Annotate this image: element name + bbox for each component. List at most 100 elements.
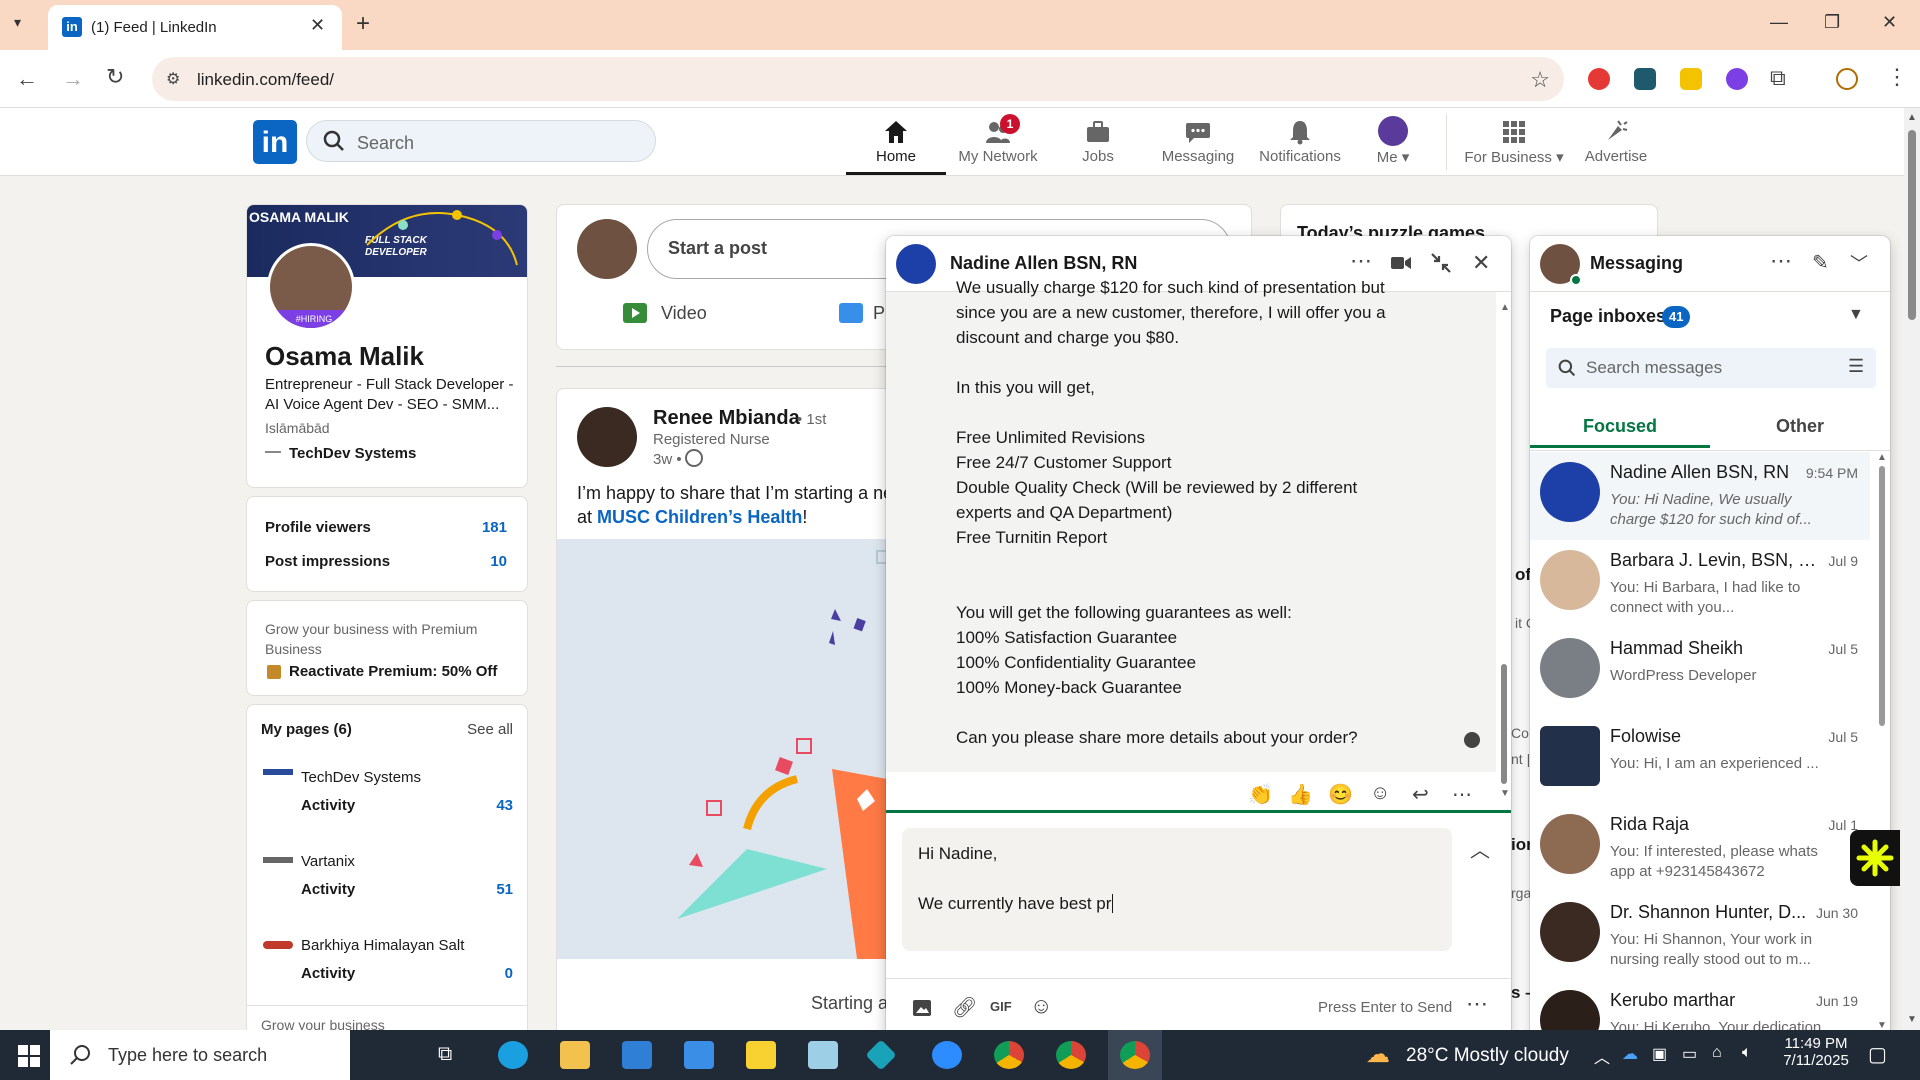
profile-name[interactable]: Osama Malik bbox=[265, 341, 424, 372]
tab-focused[interactable]: Focused bbox=[1530, 404, 1710, 448]
new-tab-icon[interactable]: + bbox=[356, 10, 370, 38]
tab-other[interactable]: Other bbox=[1710, 404, 1890, 448]
stat-label[interactable]: Profile viewers bbox=[265, 519, 371, 536]
minimize-icon[interactable]: — bbox=[1770, 12, 1788, 33]
messaging-header[interactable]: Messaging ⋯ ✎ ﹀ bbox=[1530, 236, 1890, 292]
page-activity[interactable]: Activity bbox=[301, 965, 355, 982]
page-name[interactable]: Vartanix bbox=[301, 853, 355, 870]
nav-advertise[interactable]: Advertise bbox=[1566, 114, 1666, 165]
thumbs-up-reaction-icon[interactable]: 👍 bbox=[1288, 782, 1313, 807]
page-activity[interactable]: Activity bbox=[301, 881, 355, 898]
conversation-item[interactable]: Kerubo marthar Jun 19 You: Hi Kerubo, Yo… bbox=[1530, 980, 1870, 1036]
browser-tab[interactable]: in (1) Feed | LinkedIn ✕ bbox=[48, 5, 342, 50]
user-avatar[interactable] bbox=[577, 219, 637, 279]
notification-center-icon[interactable]: ▢ bbox=[1868, 1042, 1887, 1067]
gif-icon[interactable]: GIF bbox=[990, 999, 1012, 1014]
message-more-icon[interactable]: ⋯ bbox=[1452, 782, 1472, 807]
emoji-icon[interactable]: ☺ bbox=[1030, 993, 1052, 1019]
scroll-up-icon[interactable]: ▲ bbox=[1907, 112, 1917, 123]
global-search-input[interactable]: Search bbox=[306, 120, 656, 162]
clap-reaction-icon[interactable]: 👏 bbox=[1248, 782, 1273, 807]
filter-icon[interactable]: ☰ bbox=[1848, 356, 1864, 377]
chat-contact-name[interactable]: Nadine Allen BSN, RN bbox=[950, 253, 1137, 274]
taskbar-search-input[interactable]: Type here to search bbox=[50, 1030, 350, 1080]
conversation-item[interactable]: Rida Raja Jul 1 You: If interested, plea… bbox=[1530, 804, 1870, 892]
scroll-up-icon[interactable]: ▲ bbox=[1877, 452, 1887, 463]
stat-value[interactable]: 181 bbox=[482, 519, 507, 536]
chat-avatar[interactable] bbox=[896, 244, 936, 284]
linkedin-logo-icon[interactable]: in bbox=[253, 120, 297, 164]
weather-text[interactable]: 28°C Mostly cloudy bbox=[1406, 1045, 1569, 1067]
maximize-icon[interactable]: ❐ bbox=[1824, 12, 1840, 33]
image-attach-icon[interactable] bbox=[912, 999, 932, 1017]
conversation-scrollbar[interactable]: ▲ ▼ bbox=[1876, 452, 1888, 1036]
page-activity-count[interactable]: 0 bbox=[505, 965, 513, 982]
tray-chevron-icon[interactable]: ︿ bbox=[1594, 1044, 1610, 1068]
attach-file-icon[interactable]: 🔗︎ bbox=[952, 995, 977, 1020]
extension-icon[interactable] bbox=[1634, 68, 1656, 90]
chrome-icon[interactable] bbox=[994, 1041, 1024, 1069]
scrollbar-thumb[interactable] bbox=[1501, 664, 1507, 784]
nav-home[interactable]: Home bbox=[846, 114, 946, 165]
conversation-item[interactable]: Folowise Jul 5 You: Hi, I am an experien… bbox=[1530, 716, 1870, 804]
battery-icon[interactable]: ▭ bbox=[1682, 1044, 1697, 1064]
reply-icon[interactable]: ↩ bbox=[1412, 782, 1429, 807]
edge-browser-icon[interactable] bbox=[498, 1041, 528, 1069]
volume-icon[interactable]: 🔈︎ bbox=[1742, 1044, 1752, 1062]
file-explorer-icon[interactable] bbox=[560, 1041, 590, 1069]
network-icon[interactable]: ⌂ bbox=[1712, 1044, 1722, 1062]
bookmark-star-icon[interactable]: ☆ bbox=[1530, 67, 1550, 93]
address-bar[interactable]: ⚙ linkedin.com/feed/ ☆ bbox=[152, 57, 1564, 101]
floating-extension-button[interactable] bbox=[1850, 830, 1900, 886]
nav-for-business[interactable]: For Business ▾ bbox=[1454, 114, 1574, 166]
extension-icon[interactable] bbox=[1726, 68, 1748, 90]
reload-icon[interactable]: ↻ bbox=[106, 64, 124, 90]
conversation-item[interactable]: Nadine Allen BSN, RN 9:54 PM You: Hi Nad… bbox=[1530, 452, 1870, 540]
minimize-chat-icon[interactable] bbox=[1430, 252, 1452, 274]
extensions-puzzle-icon[interactable]: ⧉ bbox=[1770, 65, 1786, 91]
mail-icon[interactable] bbox=[684, 1041, 714, 1069]
app-icon[interactable] bbox=[808, 1041, 838, 1069]
browser-menu-icon[interactable]: ⋮ bbox=[1886, 64, 1908, 90]
conversation-item[interactable]: Dr. Shannon Hunter, D... Jun 30 You: Hi … bbox=[1530, 892, 1870, 980]
author-avatar[interactable] bbox=[577, 407, 637, 467]
see-all-link[interactable]: See all bbox=[467, 721, 513, 738]
post-mention-link[interactable]: MUSC Children’s Health bbox=[597, 507, 802, 527]
scroll-up-icon[interactable]: ▲ bbox=[1500, 302, 1510, 313]
stat-value[interactable]: 10 bbox=[490, 553, 507, 570]
windows-start-icon[interactable] bbox=[18, 1045, 40, 1067]
tab-close-icon[interactable]: ✕ bbox=[310, 15, 325, 36]
task-view-icon[interactable]: ⧉ bbox=[438, 1043, 452, 1066]
scrollbar-thumb[interactable] bbox=[1879, 466, 1885, 726]
video-button[interactable]: Video bbox=[661, 303, 707, 324]
page-name[interactable]: Barkhiya Himalayan Salt bbox=[301, 937, 464, 954]
send-options-icon[interactable]: ⋯ bbox=[1466, 991, 1488, 1017]
app-icon[interactable] bbox=[865, 1039, 897, 1071]
forward-icon[interactable]: → bbox=[62, 66, 84, 92]
zoom-icon[interactable] bbox=[932, 1041, 962, 1069]
site-info-icon[interactable]: ⚙ bbox=[166, 69, 180, 89]
taskbar-clock[interactable]: 11:49 PM 7/11/2025 bbox=[1768, 1035, 1864, 1069]
premium-link[interactable]: Reactivate Premium: 50% Off bbox=[289, 663, 497, 680]
onedrive-icon[interactable]: ☁ bbox=[1622, 1044, 1638, 1064]
page-name[interactable]: TechDev Systems bbox=[301, 769, 421, 786]
messaging-more-icon[interactable]: ⋯ bbox=[1770, 248, 1792, 274]
back-icon[interactable]: ← bbox=[16, 66, 38, 92]
profile-company[interactable]: TechDev Systems bbox=[289, 445, 416, 462]
extension-icon[interactable] bbox=[1588, 68, 1610, 90]
page-scrollbar[interactable]: ▲ ▼ bbox=[1904, 108, 1920, 1030]
author-name[interactable]: Renee Mbianda bbox=[653, 407, 800, 430]
close-chat-icon[interactable]: ✕ bbox=[1472, 250, 1490, 276]
scroll-down-icon[interactable]: ▼ bbox=[1907, 1014, 1917, 1025]
search-messages-input[interactable]: Search messages ☰ bbox=[1546, 348, 1876, 388]
chrome-icon[interactable] bbox=[1120, 1041, 1150, 1069]
tab-search-icon[interactable]: ▾ bbox=[14, 14, 21, 31]
window-close-icon[interactable]: ✕ bbox=[1882, 12, 1897, 33]
expand-compose-icon[interactable]: ︿ bbox=[1470, 834, 1490, 863]
page-inboxes-label[interactable]: Page inboxes bbox=[1550, 306, 1666, 327]
sticky-notes-icon[interactable] bbox=[746, 1041, 776, 1069]
nav-me[interactable]: Me ▾ bbox=[1346, 114, 1440, 166]
page-activity-count[interactable]: 43 bbox=[496, 797, 513, 814]
nav-messaging[interactable]: Messaging bbox=[1148, 114, 1248, 165]
profile-avatar[interactable]: #HIRING bbox=[267, 243, 355, 331]
